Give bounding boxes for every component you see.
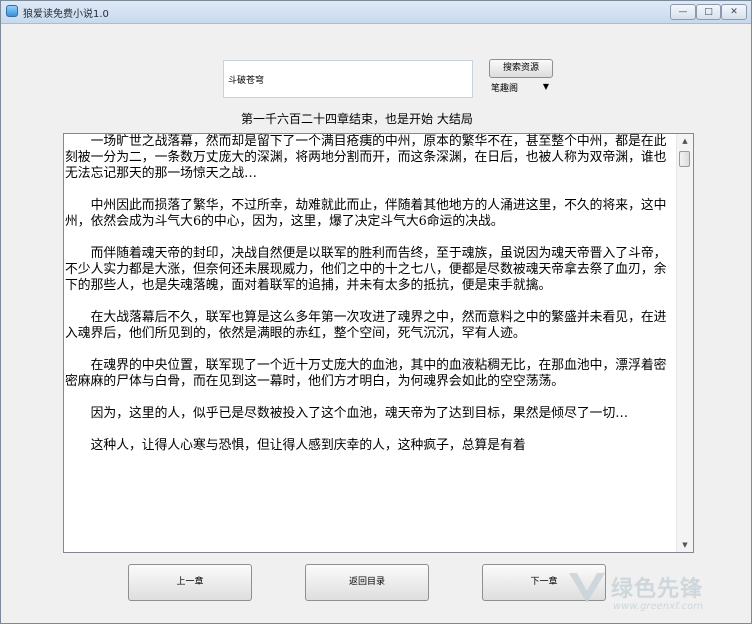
source-select-value: 笔趣阁 (491, 84, 519, 94)
minimize-button[interactable]: — (670, 4, 696, 20)
source-select[interactable]: 笔趣阁 ▼ (491, 81, 551, 95)
paragraph: 这种人，让得人心寒与恐惧，但让得人感到庆幸的人，这种疯子，总算是有着 (90, 438, 526, 453)
title-bar[interactable]: 狼爱读免费小说1.0 — □ ✕ (1, 1, 751, 24)
search-input[interactable]: 斗破苍穹 (223, 60, 473, 98)
paragraph: 在魂界的中央位置，联军现了一个近十万丈庞大的血池，其中的血液粘稠无比，在那血池中… (65, 358, 667, 389)
search-button[interactable]: 搜索资源 (489, 59, 553, 78)
scroll-up-icon[interactable]: ▲ (677, 134, 693, 148)
paragraph: 在大战落幕后不久，联军也算是这么多年第一次攻进了魂界之中，然而意料之中的繁盛并未… (65, 310, 667, 341)
maximize-button[interactable]: □ (696, 4, 721, 20)
watermark-url: www.greenxf.com (613, 601, 703, 612)
app-window: 狼爱读免费小说1.0 — □ ✕ 斗破苍穹 搜索资源 笔趣阁 ▼ 第一千六百二十… (0, 0, 752, 624)
chapter-title: 第一千六百二十四章结束，也是开始 大结局 (241, 112, 473, 126)
window-title: 狼爱读免费小说1.0 (23, 9, 109, 20)
vertical-scrollbar[interactable]: ▲ ▼ (676, 134, 693, 552)
paragraph: 而伴随着魂天帝的封印，决战自然便是以联军的胜利而告终，至于魂族，虽说因为魂天帝晋… (65, 246, 667, 293)
paragraph: 一场旷世之战落幕，然而却是留下了一个满目疮痍的中州，原本的繁华不在，甚至整个中州… (65, 134, 667, 181)
paragraph: 因为，这里的人，似乎已是尽数被投入了这个血池，魂天帝为了达到目标，果然是倾尽了一… (90, 406, 629, 421)
back-to-contents-button[interactable]: 返回目录 (305, 564, 429, 601)
prev-chapter-button[interactable]: 上一章 (128, 564, 252, 601)
chapter-content: 一场旷世之战落幕，然而却是留下了一个满目疮痍的中州，原本的繁华不在，甚至整个中州… (64, 134, 676, 552)
scroll-down-icon[interactable]: ▼ (677, 538, 693, 552)
app-icon (6, 5, 18, 17)
chapter-text-area[interactable]: 一场旷世之战落幕，然而却是留下了一个满目疮痍的中州，原本的繁华不在，甚至整个中州… (63, 133, 694, 553)
paragraph: 中州因此而损落了繁华，不过所幸，劫难就此而止，伴随着其他地方的人涌进这里，不久的… (65, 198, 667, 229)
scrollbar-thumb[interactable] (679, 151, 690, 167)
chevron-down-icon: ▼ (542, 82, 549, 91)
next-chapter-button[interactable]: 下一章 (482, 564, 606, 601)
watermark-text: 绿色先锋 (611, 577, 704, 602)
close-button[interactable]: ✕ (721, 4, 747, 20)
